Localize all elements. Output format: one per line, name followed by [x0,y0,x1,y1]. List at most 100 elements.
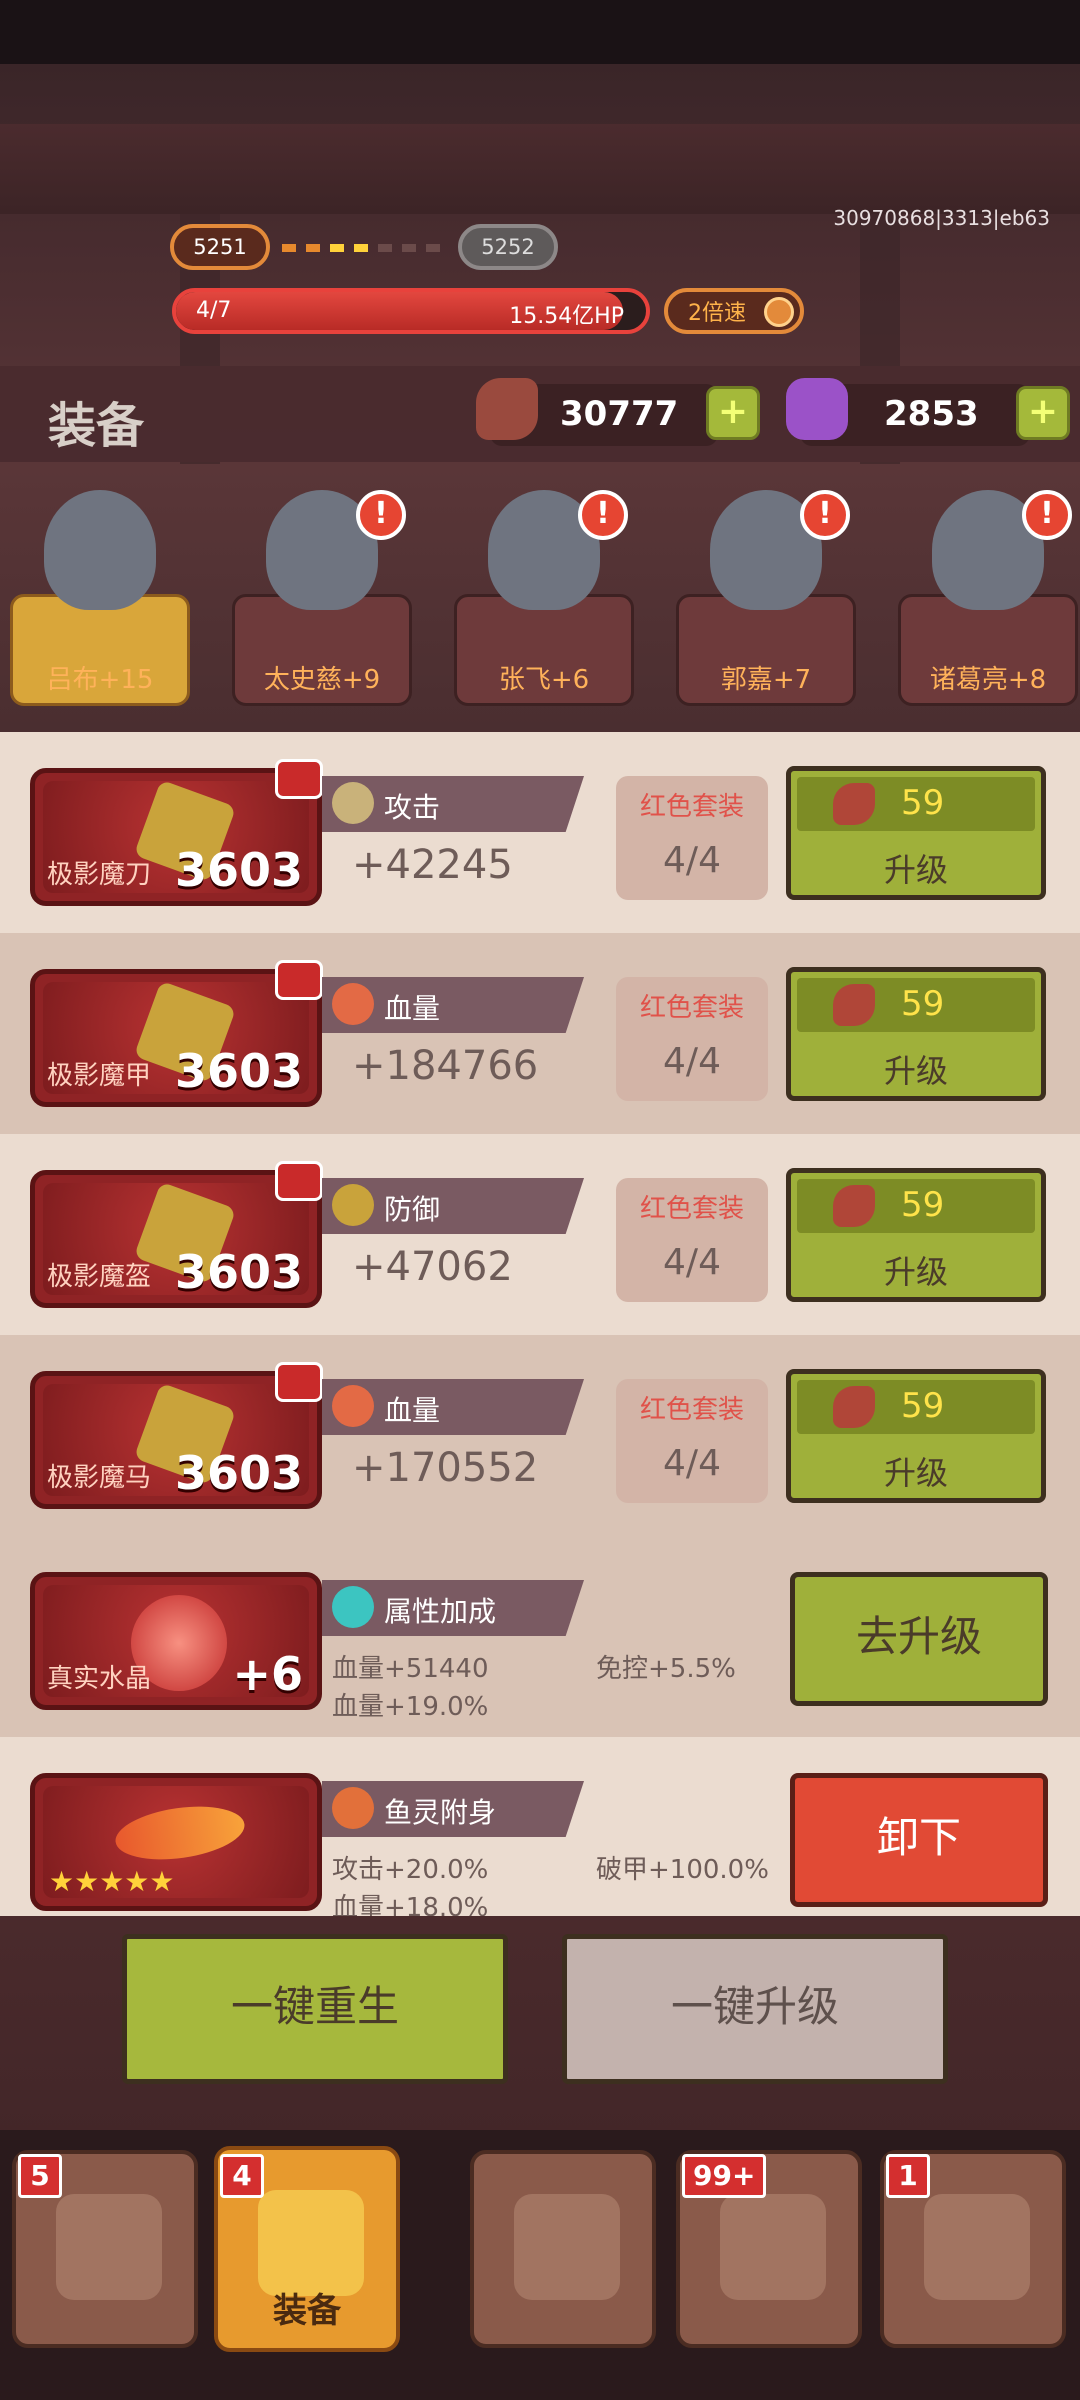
alert-icon: ! [1022,490,1072,540]
equipment-card[interactable]: 极影魔甲 3603 [30,960,323,1107]
upgrade-cost: 59 [901,1386,945,1426]
equipment-name: 极影魔刀 [47,860,152,890]
crystal-attr-2: 血量+19.0% [332,1692,489,1722]
upgrade-button[interactable]: 59 升级 [786,1369,1046,1503]
alert-icon: ! [578,490,628,540]
crystal-row: 真实水晶 +6 属性加成 血量+51440 血量+19.0% 免控+5.5% 去… [0,1536,1080,1737]
equipment-level: 3603 [174,843,303,897]
stat-label: 属性加成 [384,1595,497,1628]
one-click-rebirth-button[interactable]: 一键重生 [122,1934,508,2084]
equipment-row: 极影魔盔 3603 防御 +47062 红色套装 4/4 59 升级 [0,1134,1080,1335]
current-stage: 5251 [170,224,270,270]
crystal-name: 真实水晶 [47,1664,152,1694]
upgrade-button[interactable]: 59 升级 [786,967,1046,1101]
ore-icon [833,984,875,1026]
stat-icon [332,782,374,824]
stat-label: 防御 [384,1193,441,1226]
set-bonus-box: 红色套装 4/4 [616,977,768,1101]
fish-attr-1: 攻击+20.0% [332,1855,489,1885]
red-set-badge-icon [275,1362,323,1402]
stat-value: +184766 [352,1043,539,1089]
next-stage: 5252 [458,224,558,270]
red-set-badge-icon [275,759,323,799]
set-count: 4/4 [663,1443,721,1484]
add-ore-button[interactable]: + [706,386,760,440]
stat-value: +170552 [352,1445,539,1491]
add-gem-button[interactable]: + [1016,386,1070,440]
upgrade-label: 升级 [883,1454,948,1492]
ore-icon [833,1386,875,1428]
hero-name: 郭嘉+7 [720,665,812,695]
hero-name: 吕布+15 [46,665,154,695]
upgrade-button[interactable]: 59 升级 [786,766,1046,900]
hero-card[interactable]: 张飞+6! [454,470,634,706]
upgrade-label: 升级 [883,851,948,889]
nav-badge: 1 [886,2154,930,2198]
upgrade-label: 升级 [883,1253,948,1291]
set-title: 红色套装 [639,792,744,822]
scroll-icon [924,2194,1030,2300]
set-bonus-box: 红色套装 4/4 [616,1178,768,1302]
set-title: 红色套装 [639,1194,744,1224]
speed-toggle-button[interactable]: 2倍速 [664,288,804,334]
hero-card[interactable]: 太史慈+9! [232,470,412,706]
equipment-card[interactable]: 极影魔马 3603 [30,1362,323,1509]
nav-badge: 4 [220,2154,264,2198]
fish-card[interactable]: ★★★★★ [30,1773,322,1911]
equipment-card[interactable]: 极影魔盔 3603 [30,1161,323,1308]
nav-badge: 99+ [682,2154,767,2198]
equipment-name: 极影魔甲 [47,1061,152,1091]
set-count: 4/4 [663,1041,721,1082]
stage-curtain [0,124,1080,214]
upgrade-cost: 59 [901,984,945,1024]
set-bonus-box: 红色套装 4/4 [616,1379,768,1503]
hero-name: 诸葛亮+8 [929,665,1047,695]
equipment-row: 极影魔马 3603 血量 +170552 红色套装 4/4 59 升级 [0,1335,1080,1536]
equipment-level: 3603 [174,1044,303,1098]
stat-label: 血量 [384,992,441,1025]
nav-badge: 5 [18,2154,62,2198]
crystal-attr-3: 免控+5.5% [596,1654,736,1684]
alert-icon: ! [800,490,850,540]
hero-name: 太史慈+9 [263,665,381,695]
stage-progress-dots [282,244,440,252]
equipment-level: 3603 [174,1245,303,1299]
equipment-card[interactable]: 极影魔刀 3603 [30,759,323,906]
armor-icon [258,2190,364,2296]
hero-card[interactable]: 吕布+15 [10,470,190,706]
alert-icon: ! [356,490,406,540]
ore-icon [833,783,875,825]
hero-name: 张飞+6 [498,665,590,695]
hero-card[interactable]: 郭嘉+7! [676,470,856,706]
set-bonus-box: 红色套装 4/4 [616,776,768,900]
purple-gem-icon [786,378,848,440]
fish-row: ★★★★★ 鱼灵附身 攻击+20.0% 血量+18.0% 破甲+100.0% 卸… [0,1737,1080,1916]
crystal-card[interactable]: 真实水晶 +6 [30,1572,322,1710]
upgrade-button[interactable]: 59 升级 [786,1168,1046,1302]
wave-counter: 4/7 [196,298,232,323]
one-click-upgrade-button[interactable]: 一键升级 [562,1934,948,2084]
status-bar [0,0,1080,64]
red-set-badge-icon [275,960,323,1000]
crab-icon [514,2194,620,2300]
set-title: 红色套装 [639,993,744,1023]
hero-card[interactable]: 诸葛亮+8! [898,470,1078,706]
set-count: 4/4 [663,1242,721,1283]
upgrade-cost: 59 [901,1185,945,1225]
nav-tab-pet[interactable] [470,2150,656,2348]
stat-label: 鱼灵附身 [384,1796,497,1829]
crystal-level: +6 [232,1647,303,1701]
chest-icon [720,2194,826,2300]
speedometer-icon [764,297,794,327]
set-count: 4/4 [663,840,721,881]
stat-icon [332,1385,374,1427]
go-upgrade-button[interactable]: 去升级 [790,1572,1048,1706]
stat-label: 血量 [384,1394,441,1427]
equipment-name: 极影魔马 [47,1463,152,1493]
unequip-button[interactable]: 卸下 [790,1773,1048,1907]
ore-icon [476,378,538,440]
boss-hp-value: 15.54亿HP [509,304,624,329]
set-title: 红色套装 [639,1395,744,1425]
nav-label: 装备 [273,2291,341,2331]
equipment-name: 极影魔盔 [47,1262,152,1292]
